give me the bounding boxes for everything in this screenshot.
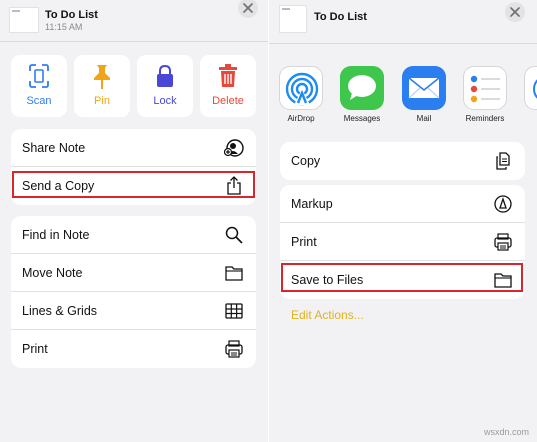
- grid-icon: [225, 303, 243, 319]
- note-title: To Do List: [45, 9, 98, 21]
- share-group: Share Note Send a Copy: [11, 129, 256, 205]
- delete-button[interactable]: Delete: [200, 55, 256, 117]
- app-reminders[interactable]: Reminders: [463, 66, 507, 123]
- copy-label: Copy: [291, 154, 321, 168]
- edit-actions-link[interactable]: Edit Actions...: [291, 308, 364, 322]
- lock-button[interactable]: Lock: [137, 55, 193, 117]
- move-note-label: Move Note: [22, 266, 83, 280]
- find-in-note-item[interactable]: Find in Note: [11, 216, 256, 254]
- share-thumbnail: [279, 5, 307, 33]
- watermark: wsxdn.com: [483, 427, 529, 437]
- pin-label: Pin: [94, 95, 110, 107]
- lock-label: Lock: [153, 95, 177, 107]
- actions-group: Markup Print Save to Files: [280, 185, 525, 299]
- scan-label: Scan: [26, 95, 52, 107]
- share-note-item[interactable]: Share Note: [11, 129, 256, 167]
- partial-app-icon: [524, 66, 537, 110]
- app-messages[interactable]: Messages: [340, 66, 384, 123]
- close-icon: [510, 7, 520, 17]
- note-time: 11:15 AM: [45, 22, 83, 32]
- print-label: Print: [22, 342, 48, 356]
- copy-icon: [496, 152, 510, 170]
- scan-button[interactable]: Scan: [11, 55, 67, 117]
- share-title: To Do List: [314, 11, 367, 23]
- pin-icon: [94, 65, 110, 89]
- app-mail[interactable]: Mail: [402, 66, 446, 123]
- app-partial[interactable]: W: [524, 66, 537, 110]
- scan-icon: [29, 64, 49, 88]
- messages-icon: [340, 66, 384, 110]
- delete-label: Delete: [212, 95, 244, 107]
- pin-button[interactable]: Pin: [74, 55, 130, 117]
- lines-grids-item[interactable]: Lines & Grids: [11, 292, 256, 330]
- reminders-icon: [463, 66, 507, 110]
- app-airdrop[interactable]: AirDrop: [279, 66, 323, 123]
- save-to-files-label: Save to Files: [291, 273, 364, 287]
- note-thumbnail: [9, 7, 39, 33]
- find-in-note-label: Find in Note: [22, 228, 90, 242]
- folder-icon: [225, 266, 243, 281]
- share-note-label: Share Note: [22, 141, 86, 155]
- close-button[interactable]: [238, 0, 258, 18]
- printer-icon: [494, 233, 512, 251]
- markup-icon: [494, 195, 512, 213]
- close-icon: [243, 3, 253, 13]
- print-label: Print: [291, 235, 317, 249]
- print-item[interactable]: Print: [280, 223, 525, 261]
- markup-label: Markup: [291, 197, 333, 211]
- printer-icon: [225, 340, 243, 358]
- save-to-files-item[interactable]: Save to Files: [280, 261, 525, 299]
- share-header: To Do List: [269, 0, 537, 44]
- magnifier-icon: [225, 226, 243, 244]
- share-close-button[interactable]: [505, 2, 525, 22]
- trash-icon: [219, 64, 237, 87]
- mail-icon: [402, 66, 446, 110]
- note-options-sheet: To Do List 11:15 AM Scan Pin Lock Delete: [0, 0, 268, 442]
- copy-group: Copy: [280, 142, 525, 180]
- copy-item[interactable]: Copy: [280, 142, 525, 180]
- folder-icon: [494, 273, 512, 288]
- mail-label: Mail: [416, 114, 432, 123]
- print-item[interactable]: Print: [11, 330, 256, 368]
- sheet-header: To Do List 11:15 AM: [0, 0, 268, 42]
- move-note-item[interactable]: Move Note: [11, 254, 256, 292]
- share-icon: [227, 176, 241, 195]
- share-note-icon: [224, 139, 244, 157]
- lock-icon: [157, 64, 173, 87]
- messages-label: Messages: [343, 114, 381, 123]
- note-tools-group: Find in Note Move Note Lines & Grids Pri…: [11, 216, 256, 368]
- airdrop-label: AirDrop: [287, 114, 315, 123]
- reminders-label: Reminders: [465, 114, 505, 123]
- lines-grids-label: Lines & Grids: [22, 304, 98, 318]
- send-a-copy-item[interactable]: Send a Copy: [11, 167, 256, 205]
- send-a-copy-label: Send a Copy: [22, 179, 95, 193]
- markup-item[interactable]: Markup: [280, 185, 525, 223]
- airdrop-icon: [279, 66, 323, 110]
